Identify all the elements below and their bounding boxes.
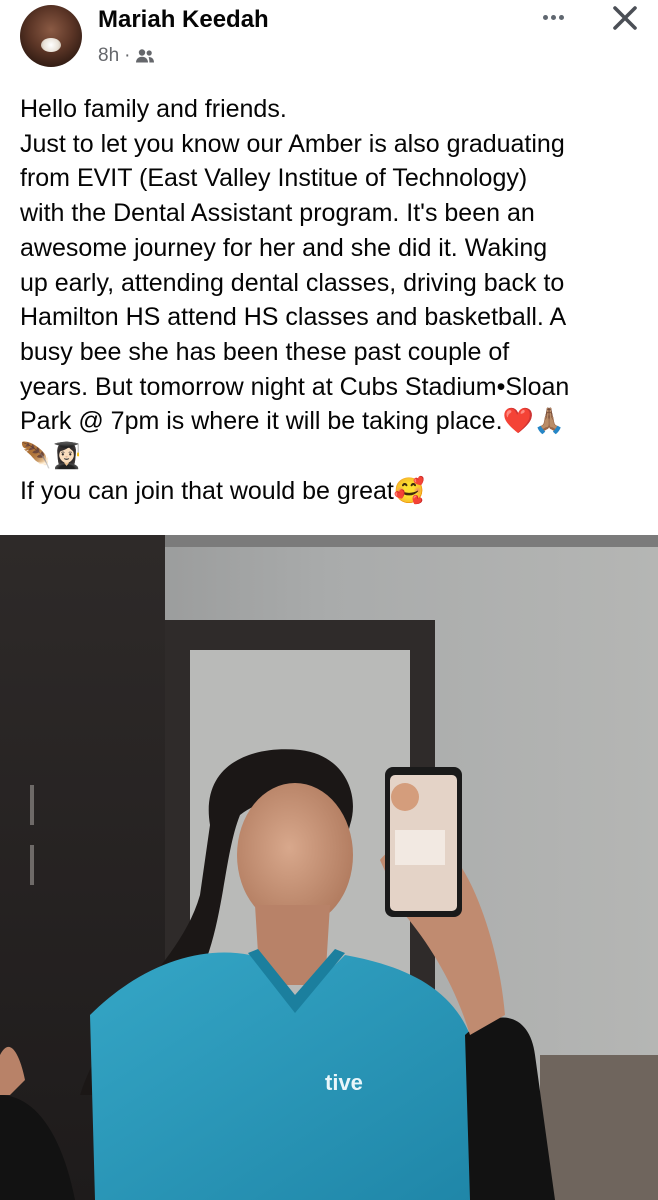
post-photo[interactable]: tive [0, 535, 658, 1200]
post-line: busy bee she has been these past couple … [20, 337, 510, 366]
author-avatar[interactable] [20, 5, 82, 67]
more-options-button[interactable] [533, 4, 573, 30]
post-time[interactable]: 8h [98, 45, 119, 67]
post-line: awesome journey for her and she did it. … [20, 233, 548, 262]
shirt-logo-text: tive [325, 1070, 363, 1095]
post-line: Hamilton HS attend HS classes and basket… [20, 303, 567, 332]
post-meta: 8h · [98, 45, 155, 67]
post-line: Just to let you know our Amber is also g… [20, 129, 565, 158]
post-line: Hello family and friends. [20, 95, 287, 123]
post-line: up early, attending dental classes, driv… [20, 268, 565, 297]
post-line: Park @ 7pm is where it will be taking pl… [20, 406, 565, 436]
praying-hands-emoji: 🙏🏽 [533, 406, 565, 436]
post-header: Mariah Keedah 8h · [0, 0, 658, 80]
post-line: If you can join that would be great🥰 [20, 475, 425, 505]
emoji-line: 🪶👩🏻‍🎓 [20, 439, 645, 474]
heart-emoji: ❤️ [502, 406, 534, 436]
graduate-emoji: 👩🏻‍🎓 [51, 441, 83, 471]
post-line: with the Dental Assistant program. It's … [20, 199, 535, 228]
post-line: from EVIT (East Valley Institue of Techn… [20, 164, 528, 193]
post-text: Hello family and friends. Just to let yo… [20, 92, 645, 508]
close-icon[interactable] [607, 2, 643, 36]
smiling-hearts-emoji: 🥰 [393, 475, 425, 505]
friends-icon [136, 49, 155, 63]
mirror-selfie-photo: tive [0, 535, 658, 1200]
author-name[interactable]: Mariah Keedah [98, 6, 269, 34]
feather-emoji: 🪶 [20, 441, 52, 471]
meta-separator: · [124, 45, 131, 66]
post-line: years. But tomorrow night at Cubs Stadiu… [20, 372, 570, 401]
